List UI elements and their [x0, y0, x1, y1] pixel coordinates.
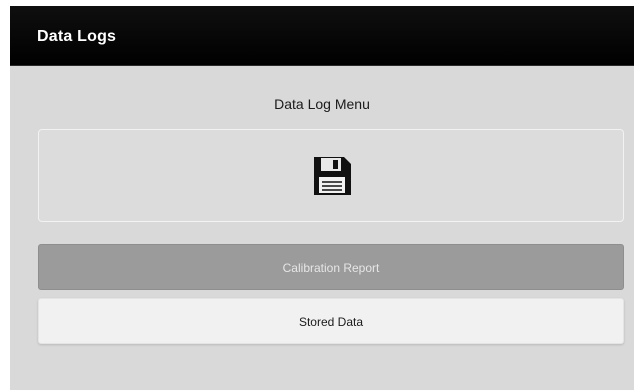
floppy-disk-icon — [314, 157, 351, 195]
menu-heading: Data Log Menu — [274, 96, 370, 112]
stored-data-button[interactable]: Stored Data — [38, 298, 624, 344]
icon-panel — [38, 129, 624, 222]
title-bar: Data Logs — [10, 6, 634, 66]
window-title: Data Logs — [37, 28, 117, 45]
app-screen: Data Logs Data Log Menu Calibration Repo… — [10, 6, 634, 390]
calibration-report-button[interactable]: Calibration Report — [38, 244, 624, 290]
